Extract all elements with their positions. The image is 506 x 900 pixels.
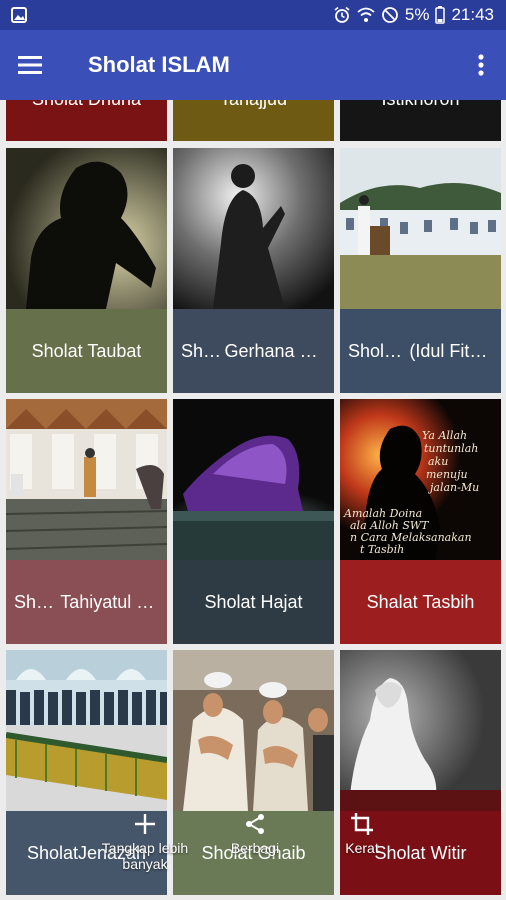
screenshot-action-bar: Tangkap lebih banyak Berbagi Kerat bbox=[90, 812, 410, 892]
tile-shalat-tahiyatul-masjid[interactable]: Shalat Tahiyatul M… bbox=[6, 399, 167, 644]
alarm-icon bbox=[333, 6, 351, 24]
status-bar: 5% 21:43 bbox=[0, 0, 506, 30]
tile-image bbox=[173, 399, 334, 560]
tile-caption: Shalat Tasbih bbox=[340, 560, 501, 644]
tile-caption: Sholat Dhuha bbox=[6, 100, 167, 141]
prayer-grid: Sholat Dhuha Tahajjud Istikhoroh Sholat … bbox=[0, 100, 506, 900]
tile-istikhoroh[interactable]: Istikhoroh bbox=[340, 100, 501, 141]
plus-icon bbox=[135, 814, 155, 834]
tile-caption: Shalat Tahiyatul M… bbox=[6, 560, 167, 644]
app-title: Sholat ISLAM bbox=[88, 52, 230, 77]
svg-text:aku: aku bbox=[428, 455, 448, 468]
tile-image bbox=[340, 148, 501, 309]
share-icon bbox=[246, 814, 264, 834]
tile-image bbox=[6, 399, 167, 560]
tile-caption: Tahajjud bbox=[173, 100, 334, 141]
tile-sholat-ied[interactable]: Sholat 'Ied(Idul Fitri & I… bbox=[340, 148, 501, 393]
no-disturb-icon bbox=[381, 6, 399, 24]
hamburger-menu-icon bbox=[18, 56, 42, 74]
tile-image bbox=[173, 650, 334, 811]
tile-image bbox=[6, 650, 167, 811]
wifi-icon bbox=[357, 6, 375, 24]
svg-text:Ya Allah: Ya Allah bbox=[422, 429, 467, 442]
battery-icon bbox=[435, 6, 446, 24]
tile-image bbox=[173, 148, 334, 309]
tile-caption: SholatGerhana Bul… bbox=[173, 309, 334, 393]
app-bar: Sholat ISLAM bbox=[0, 30, 506, 100]
tile-tahajjud[interactable]: Tahajjud bbox=[173, 100, 334, 141]
hamburger-menu-button[interactable] bbox=[0, 30, 60, 100]
crop-icon bbox=[351, 813, 373, 835]
tile-caption: Sholat Hajat bbox=[173, 560, 334, 644]
share-button[interactable]: Berbagi bbox=[220, 812, 290, 856]
tile-caption: Sholat Taubat bbox=[6, 309, 167, 393]
svg-text:t Tasbih: t Tasbih bbox=[360, 543, 404, 556]
gallery-icon bbox=[10, 6, 28, 24]
tile-sholat-dhuha[interactable]: Sholat Dhuha bbox=[6, 100, 167, 141]
svg-text:menuju: menuju bbox=[426, 468, 468, 481]
tile-shalat-tasbih[interactable]: Ya Allah tuntunlah aku menuju jalan-Mu A… bbox=[340, 399, 501, 644]
battery-percent: 5% bbox=[404, 5, 430, 24]
crop-button[interactable]: Kerat bbox=[330, 812, 394, 856]
tile-caption: Istikhoroh bbox=[340, 100, 501, 141]
tile-sholat-taubat[interactable]: Sholat Taubat bbox=[6, 148, 167, 393]
tile-sholat-hajat[interactable]: Sholat Hajat bbox=[173, 399, 334, 644]
capture-more-button[interactable]: Tangkap lebih banyak bbox=[90, 812, 200, 872]
svg-text:jalan-Mu: jalan-Mu bbox=[427, 481, 479, 494]
clock: 21:43 bbox=[451, 5, 494, 24]
more-vert-icon bbox=[478, 54, 484, 76]
svg-text:tuntunlah: tuntunlah bbox=[424, 442, 478, 455]
more-options-button[interactable] bbox=[456, 30, 506, 100]
tile-image bbox=[6, 148, 167, 309]
tile-sholat-gerhana[interactable]: SholatGerhana Bul… bbox=[173, 148, 334, 393]
tile-caption: Sholat 'Ied(Idul Fitri & I… bbox=[340, 309, 501, 393]
tile-image: Ya Allah tuntunlah aku menuju jalan-Mu A… bbox=[340, 399, 501, 560]
tile-image bbox=[340, 650, 501, 811]
